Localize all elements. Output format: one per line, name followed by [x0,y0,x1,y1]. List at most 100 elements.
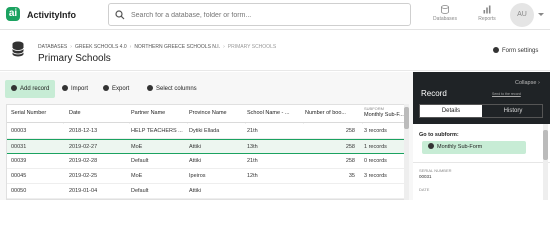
table-cell: 00039 [11,158,27,164]
column-header-partner[interactable]: Partner Name [131,110,185,116]
scrollbar-thumb[interactable] [404,107,409,129]
column-header-serial[interactable]: Serial Number [11,110,61,116]
column-header-monthly[interactable]: Monthly Sub-F... [364,112,405,118]
record-panel: Collapse › Record Send to the record Det… [413,72,550,200]
breadcrumb-current: PRIMARY SCHOOLS [227,44,277,50]
table-row[interactable]: 00045 2019-02-25 MoE Ipeiros 12th 35 3 records [7,169,405,184]
table-cell: 21th [247,128,258,134]
table-cell: HELP TEACHERS ... [131,128,183,134]
columns-icon [147,85,153,91]
table-cell: 0 records [364,158,387,164]
add-record-button[interactable]: Add record [5,80,55,98]
monthly-subform-label: Monthly Sub-Form [437,144,483,150]
table-cell: 3 records [364,128,387,134]
export-label: Export [112,86,130,92]
form-settings-label: Form settings [502,48,539,54]
monthly-subform-button[interactable]: Monthly Sub-Form [422,141,526,154]
activityinfo-logo[interactable]: ai [6,7,20,21]
nav-reports[interactable]: Reports [467,5,507,25]
field-value-serial: 00031 [419,174,432,179]
column-header-books[interactable]: Number of boo... [305,110,360,116]
table-cell: 00050 [11,188,27,194]
breadcrumb-greek-schools[interactable]: GREEK SCHOOLS 4.0 [75,44,127,50]
nav-databases-label: Databases [433,16,457,22]
breadcrumb-northern-greece[interactable]: NORTHERN GREECE SCHOOLS N.I. [134,44,220,50]
table-cell: 2019-02-25 [69,173,98,179]
column-header-province[interactable]: Province Name [189,110,243,116]
import-button[interactable]: Import [62,80,88,98]
search-box[interactable] [108,3,411,26]
table-cell: Ipeiros [189,173,206,179]
reports-icon [483,5,491,14]
field-label-date: DATE [419,187,430,192]
search-icon [115,10,125,20]
column-header-school[interactable]: School Name - ... [247,110,301,116]
breadcrumb-separator: › [129,44,132,50]
select-columns-button[interactable]: Select columns [147,80,197,98]
breadcrumb: DATABASES › GREEK SCHOOLS 4.0 › NORTHERN GRE… [38,44,276,50]
table-cell: 00031 [11,144,27,150]
form-settings-button[interactable]: Form settings [493,47,538,54]
table-cell: MoE [131,144,143,150]
app-name[interactable]: ActivityInfo [27,10,76,20]
divider [413,162,550,163]
page-title: Primary Schools [38,53,111,64]
table-cell: MoE [131,173,143,179]
breadcrumb-separator: › [70,44,72,50]
top-bar: ai ActivityInfo Databases Reports AU [0,0,550,30]
scrollbar-thumb[interactable] [543,130,548,160]
main-area: Add record Import Export Select columns … [0,72,413,200]
table-cell: 2019-01-04 [69,188,98,194]
database-icon [441,5,449,14]
table-cell: 258 [345,144,355,150]
table-cell: Attiki [189,188,201,194]
send-record-link[interactable]: Send to the record [492,92,521,96]
table-row[interactable]: 00050 2019-01-04 Default Attiki [7,184,405,199]
table-cell: 00045 [11,173,27,179]
table-cell: 13th [247,144,258,150]
table-cell: 21th [247,158,258,164]
export-button[interactable]: Export [103,80,129,98]
table-cell: Dytiki Ellada [189,128,220,134]
export-icon [103,85,109,91]
table-row[interactable]: 00003 2018-12-13 HELP TEACHERS ... Dytiki E… [7,124,405,139]
table-cell: 3 records [364,173,387,179]
add-record-label: Add record [20,86,50,92]
table-row[interactable]: 00031 2019-02-27 MoE Attiki 13th 258 1 records [7,139,405,154]
search-input[interactable] [131,9,401,21]
subform-icon [428,143,434,149]
table-cell: 00003 [11,128,27,134]
database-icon [12,41,24,57]
import-label: Import [71,86,89,92]
collapse-link[interactable]: Collapse › [515,80,540,86]
nav-databases[interactable]: Databases [425,5,465,25]
page-header: DATABASES › GREEK SCHOOLS 4.0 › NORTHERN GRE… [0,31,550,71]
breadcrumb-databases[interactable]: DATABASES [38,44,67,50]
nav-reports-label: Reports [478,16,496,22]
column-header-date[interactable]: Date [69,110,127,116]
table-row[interactable]: 00039 2019-02-28 Default Attiki 21th 258 0 rec… [7,154,405,169]
breadcrumb-separator: › [223,44,225,50]
subform-label: SUBFORM [364,106,384,111]
table-cell: Default [131,188,149,194]
chevron-down-icon[interactable] [538,13,544,16]
table-cell: 12th [247,173,258,179]
panel-body: Go to subform: Monthly Sub-Form SERIAL N… [413,124,550,200]
toolbar: Add record Import Export Select columns [0,80,413,98]
table-scrollbar[interactable] [404,104,409,200]
table-cell: Attiki [189,158,201,164]
select-columns-label: Select columns [156,86,197,92]
tab-history[interactable]: History [482,105,544,117]
panel-scrollbar[interactable] [543,124,548,200]
tab-details[interactable]: Details [420,105,482,117]
user-avatar[interactable]: AU [510,3,534,27]
table-cell: Default [131,158,149,164]
plus-icon [11,85,17,91]
panel-title: Record [421,89,447,98]
chevron-right-icon: › [537,80,540,86]
table-header: Serial Number Date Partner Name Province… [7,105,405,123]
table-cell: 2019-02-27 [69,144,98,150]
table-cell: 258 [345,158,355,164]
table-cell: 2018-12-13 [69,128,98,134]
table-cell: 35 [348,173,355,179]
